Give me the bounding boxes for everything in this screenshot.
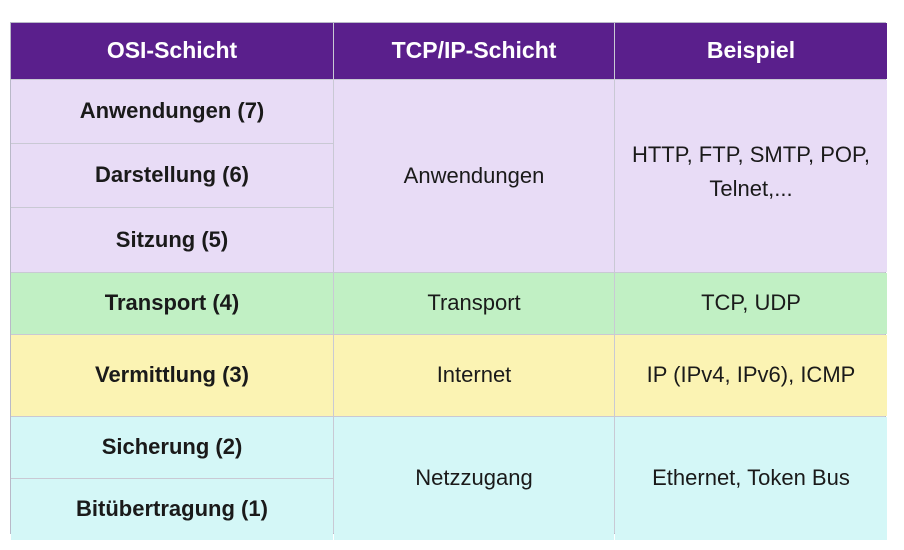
osi-layer-5: Sitzung (5)	[11, 208, 333, 272]
osi-tcpip-comparison-table: OSI-Schicht TCP/IP-Schicht Beispiel Anwe…	[10, 22, 887, 540]
example-transport: TCP, UDP	[615, 273, 887, 334]
example-application: HTTP, FTP, SMTP, POP, Telnet,...	[615, 80, 887, 272]
tcpip-transport-layer: Transport	[334, 273, 614, 334]
tcpip-application-layer: Anwendungen	[334, 80, 614, 272]
osi-layer-7: Anwendungen (7)	[11, 80, 333, 143]
header-example: Beispiel	[615, 23, 887, 79]
header-tcpip-layer: TCP/IP-Schicht	[334, 23, 614, 79]
tcpip-network-access-layer: Netzzugang	[334, 417, 614, 540]
osi-layer-2: Sicherung (2)	[11, 417, 333, 478]
osi-layer-6: Darstellung (6)	[11, 144, 333, 207]
example-internet: IP (IPv4, IPv6), ICMP	[615, 335, 887, 416]
tcpip-internet-layer: Internet	[334, 335, 614, 416]
header-osi-layer: OSI-Schicht	[11, 23, 333, 79]
osi-layer-4: Transport (4)	[11, 273, 333, 334]
example-network-access: Ethernet, Token Bus	[615, 417, 887, 540]
osi-layer-1: Bitübertragung (1)	[11, 479, 333, 540]
osi-layer-3: Vermittlung (3)	[11, 335, 333, 416]
